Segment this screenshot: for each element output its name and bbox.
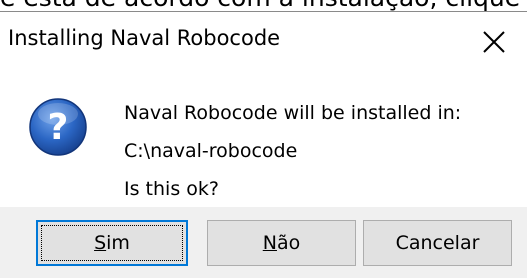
message-install-location: Naval Robocode will be installed in: bbox=[124, 102, 462, 124]
message-install-path: C:\naval-robocode bbox=[124, 140, 298, 162]
cancel-button-label: Cancelar bbox=[395, 232, 480, 254]
screenshot-page: e está de acordo com a instalação, cliqu… bbox=[0, 0, 527, 278]
question-icon: ? bbox=[29, 98, 87, 156]
yes-button-label: Sim bbox=[94, 232, 130, 254]
dialog-title: Installing Naval Robocode bbox=[8, 26, 281, 50]
close-icon bbox=[483, 31, 505, 53]
message-confirm-question: Is this ok? bbox=[124, 178, 219, 200]
dialog-button-bar: Sim Não Cancelar bbox=[0, 207, 527, 278]
yes-button[interactable]: Sim bbox=[36, 220, 188, 266]
dialog-titlebar[interactable]: Installing Naval Robocode bbox=[0, 12, 527, 76]
close-button[interactable] bbox=[468, 18, 520, 66]
cancel-button[interactable]: Cancelar bbox=[363, 220, 512, 266]
no-button-label: Não bbox=[262, 232, 301, 254]
svg-text:?: ? bbox=[48, 107, 69, 148]
no-button[interactable]: Não bbox=[207, 220, 356, 266]
install-confirm-dialog: Installing Naval Robocode ? Naval Roboco… bbox=[0, 11, 527, 278]
